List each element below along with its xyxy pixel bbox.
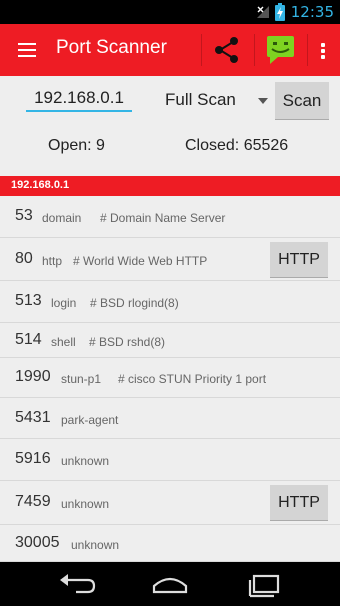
port-number: 1990	[15, 368, 51, 385]
port-row[interactable]: 1990 stun-p1 # cisco STUN Priority 1 port	[0, 358, 340, 398]
port-number: 5431	[15, 409, 51, 426]
port-row[interactable]: 7459 unknown HTTP	[0, 481, 340, 525]
service-name: http	[42, 254, 63, 268]
port-row[interactable]: 80 http # World Wide Web HTTP HTTP	[0, 238, 340, 281]
port-row[interactable]: 5916 unknown	[0, 439, 340, 481]
message-icon[interactable]	[256, 24, 304, 76]
status-bar: 12:35	[0, 0, 340, 24]
status-icons: 12:35	[255, 3, 334, 21]
service-description: # cisco STUN Priority 1 port	[118, 372, 267, 386]
menu-icon[interactable]	[10, 36, 42, 64]
open-count: Open: 9	[48, 137, 105, 154]
service-name: shell	[51, 335, 76, 349]
home-icon[interactable]	[145, 568, 195, 600]
toolbar-divider	[307, 34, 308, 66]
scan-type-select[interactable]: Full Scan	[160, 88, 270, 114]
recents-icon[interactable]	[240, 568, 290, 600]
port-number: 5916	[15, 450, 51, 467]
share-icon[interactable]	[203, 24, 251, 76]
port-row[interactable]: 514 shell # BSD rshd(8)	[0, 323, 340, 358]
main-content: Full Scan Scan Open: 9 Closed: 65526 192…	[0, 76, 340, 562]
toolbar-divider	[201, 34, 202, 66]
service-name: unknown	[71, 538, 120, 552]
port-number: 7459	[15, 493, 51, 510]
open-http-button[interactable]: HTTP	[270, 485, 328, 521]
service-name: domain	[42, 211, 82, 225]
no-signal-icon	[256, 6, 269, 18]
ip-address-input[interactable]	[26, 86, 132, 112]
port-number: 53	[15, 207, 33, 224]
closed-count: Closed: 65526	[185, 137, 289, 154]
chevron-down-icon	[258, 98, 268, 104]
service-name: unknown	[61, 454, 110, 468]
service-description: # World Wide Web HTTP	[73, 254, 208, 268]
service-description: # BSD rlogind(8)	[90, 296, 179, 310]
scan-type-value: Full Scan	[165, 90, 236, 109]
app-bar: Port Scanner	[0, 24, 340, 76]
open-http-button[interactable]: HTTP	[270, 242, 328, 278]
port-row[interactable]: 53 domain # Domain Name Server	[0, 196, 340, 238]
service-description: # BSD rshd(8)	[89, 335, 166, 349]
service-name: login	[51, 296, 77, 310]
port-number: 30005	[15, 534, 60, 551]
navigation-bar	[0, 562, 340, 606]
port-number: 514	[15, 331, 42, 348]
overflow-icon[interactable]	[310, 24, 336, 76]
host-label: 192.168.0.1	[11, 179, 70, 191]
scan-button[interactable]: Scan	[275, 82, 329, 120]
service-name: unknown	[61, 497, 110, 511]
service-description: # Domain Name Server	[100, 211, 226, 225]
battery-charging-icon	[274, 3, 285, 21]
port-row[interactable]: 5431 park-agent	[0, 398, 340, 439]
port-number: 513	[15, 292, 42, 309]
host-header: 192.168.0.1	[0, 176, 340, 196]
port-row[interactable]: 513 login # BSD rlogind(8)	[0, 281, 340, 323]
service-name: park-agent	[61, 413, 119, 427]
port-number: 80	[15, 250, 33, 267]
clock: 12:35	[290, 3, 334, 21]
app-title: Port Scanner	[56, 37, 167, 58]
port-row[interactable]: 30005 unknown	[0, 525, 340, 562]
service-name: stun-p1	[61, 372, 102, 386]
back-icon[interactable]	[52, 568, 102, 600]
toolbar-divider	[254, 34, 255, 66]
